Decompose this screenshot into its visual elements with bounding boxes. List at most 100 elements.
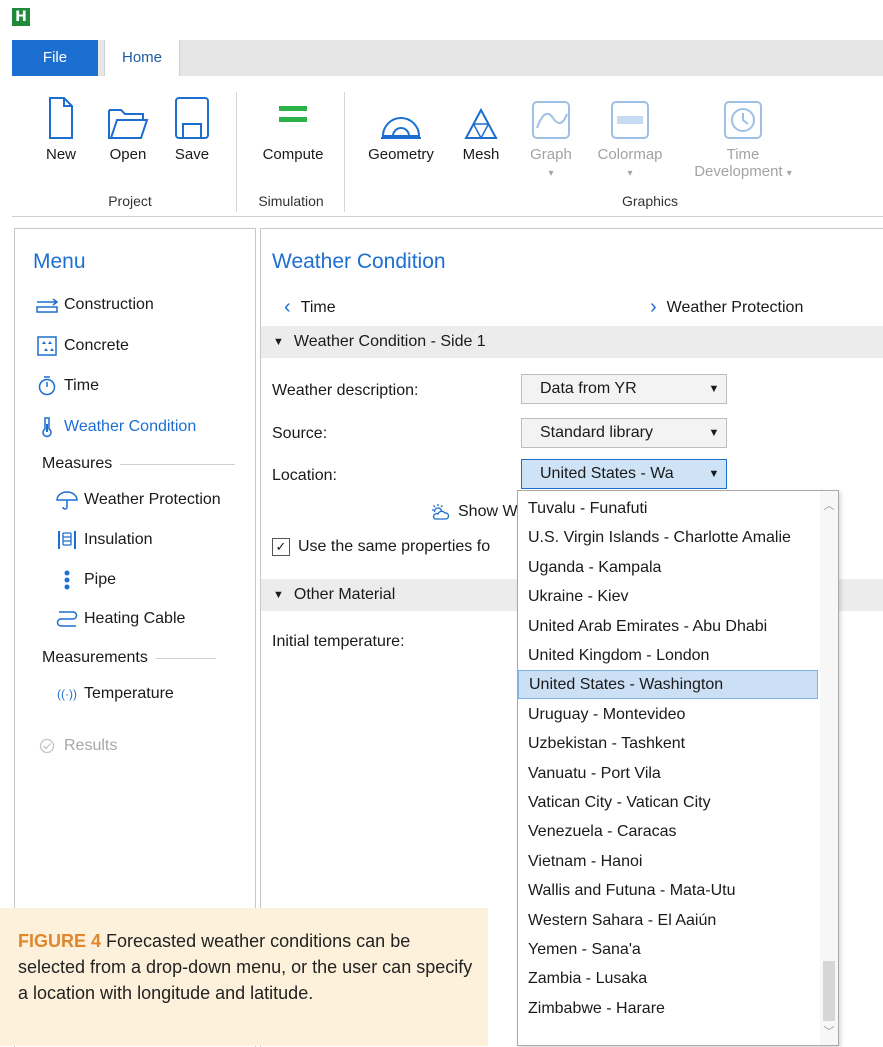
open-button[interactable]: Open — [100, 88, 156, 198]
menu-item-label: Time — [64, 377, 99, 394]
insulation-icon — [56, 530, 78, 550]
save-disk-icon — [168, 88, 216, 140]
tab-file[interactable]: File — [12, 40, 98, 76]
mesh-button-label: Mesh — [462, 146, 500, 163]
dropdown-option[interactable]: U.S. Virgin Islands - Charlotte Amalie — [518, 523, 818, 552]
ribbon-tabbar: File Home — [12, 40, 883, 76]
dropdown-option[interactable]: Uzbekistan - Tashkent — [518, 729, 818, 758]
menu-item-temperature[interactable]: ((·)) Temperature — [56, 685, 174, 703]
divider — [155, 657, 216, 659]
time-development-button-label: Time Development ▾ — [694, 146, 792, 180]
menu-item-results[interactable]: Results — [36, 737, 117, 755]
dropdown-option[interactable]: United States - Washington — [518, 670, 818, 700]
menu-item-concrete[interactable]: Concrete — [36, 336, 129, 356]
section-weather-condition-side-1[interactable]: ▼ Weather Condition - Side 1 — [261, 326, 883, 358]
initial-temperature-label: Initial temperature: — [272, 633, 405, 650]
menu-section-label: Measurements — [42, 649, 148, 666]
dropdown-option[interactable]: Vatican City - Vatican City — [518, 788, 818, 817]
new-button-label: New — [45, 146, 76, 163]
ruler-icon — [36, 297, 58, 313]
mesh-triangle-icon — [452, 88, 510, 140]
nav-next-weather-protection[interactable]: › Weather Protection — [650, 296, 803, 319]
check-circle-icon — [36, 738, 58, 754]
graph-line-icon — [520, 88, 582, 140]
dropdown-option[interactable]: United Kingdom - London — [518, 641, 818, 670]
select-value: Data from YR — [540, 380, 637, 397]
dropdown-option[interactable]: Zambia - Lusaka — [518, 964, 818, 993]
menu-item-label: Results — [64, 737, 118, 754]
chevron-down-icon: ▾ — [548, 168, 554, 179]
source-select[interactable]: Standard library ▼ — [521, 418, 727, 448]
nav-previous-label: Time — [300, 298, 336, 316]
dropdown-option[interactable]: Tuvalu - Funafuti — [518, 494, 818, 523]
time-development-button[interactable]: Time Development ▾ — [680, 88, 806, 198]
dropdown-option[interactable]: Western Sahara - El Aaiún — [518, 906, 818, 935]
dropdown-scrollbar[interactable]: ︿ ﹀ — [820, 491, 838, 1045]
colormap-button[interactable]: Colormap ▾ — [585, 88, 675, 198]
save-button-label: Save — [174, 146, 210, 163]
divider — [120, 463, 236, 465]
menu-item-construction[interactable]: Construction — [36, 296, 154, 314]
dropdown-option[interactable]: United Arab Emirates - Abu Dhabi — [518, 612, 818, 641]
concrete-icon — [36, 336, 58, 356]
thermometer-icon — [36, 416, 58, 438]
menu-section-measurements: Measurements — [42, 649, 216, 667]
same-properties-checkbox-row[interactable]: ✓ Use the same properties fo — [272, 538, 490, 556]
show-weather-label: Show W — [458, 503, 518, 520]
menu-title: Menu — [33, 250, 86, 273]
menu-item-insulation[interactable]: Insulation — [56, 530, 153, 550]
tab-home[interactable]: Home — [104, 40, 180, 76]
menu-item-weather-protection[interactable]: Weather Protection — [56, 490, 221, 510]
heating-cable-icon — [56, 610, 78, 628]
collapse-triangle-icon: ▼ — [273, 336, 284, 348]
chevron-down-icon: ▾ — [786, 168, 792, 179]
weather-description-label: Weather description: — [272, 382, 419, 399]
scroll-up-icon[interactable]: ︿ — [820, 497, 838, 513]
menu-item-label: Weather Protection — [84, 491, 221, 508]
figure-label: FIGURE 4 — [18, 931, 102, 951]
checkbox-checked[interactable]: ✓ — [272, 538, 290, 556]
menu-item-label: Pipe — [84, 571, 117, 588]
dropdown-option[interactable]: Uganda - Kampala — [518, 553, 818, 582]
app-logo: H — [12, 8, 30, 26]
select-value: United States - Wa — [540, 465, 674, 482]
group-label-graphics: Graphics — [621, 193, 679, 209]
chevron-left-icon: ‹ — [284, 296, 291, 318]
nav-next-label: Weather Protection — [666, 298, 804, 316]
dropdown-option[interactable]: Wallis and Futuna - Mata-Utu — [518, 876, 818, 905]
dropdown-option[interactable]: Yemen - Sana'a — [518, 935, 818, 964]
show-weather-button[interactable]: Show W — [430, 503, 518, 521]
graph-button-label: Graph ▾ — [530, 146, 572, 179]
section-title: Weather Condition - Side 1 — [293, 333, 486, 350]
geometry-button[interactable]: Geometry — [358, 88, 444, 198]
new-button[interactable]: New — [38, 88, 84, 198]
group-label-simulation: Simulation — [258, 193, 324, 209]
mesh-button[interactable]: Mesh — [452, 88, 510, 198]
menu-item-heating-cable[interactable]: Heating Cable — [56, 610, 185, 628]
dropdown-option[interactable]: Vietnam - Hanoi — [518, 847, 818, 876]
location-dropdown-list[interactable]: Tuvalu - Funafuti U.S. Virgin Islands - C… — [517, 490, 839, 1046]
compute-button-label: Compute — [262, 146, 324, 163]
location-label: Location: — [272, 467, 337, 484]
dropdown-arrow-icon: ▼ — [708, 427, 720, 439]
dropdown-option[interactable]: Venezuela - Caracas — [518, 817, 818, 846]
save-button[interactable]: Save — [168, 88, 216, 198]
menu-item-pipe[interactable]: Pipe — [56, 570, 116, 590]
menu-item-label: Weather Condition — [64, 418, 197, 435]
source-label: Source: — [272, 425, 328, 442]
menu-item-label: Heating Cable — [84, 610, 186, 627]
dropdown-option[interactable]: Ukraine - Kiev — [518, 582, 818, 611]
dropdown-option[interactable]: Uruguay - Montevideo — [518, 700, 818, 729]
location-select[interactable]: United States - Wa ▼ — [521, 459, 727, 489]
graph-button[interactable]: Graph ▾ — [520, 88, 582, 198]
compute-button[interactable]: Compute — [252, 88, 334, 198]
dropdown-option[interactable]: Vanuatu - Port Vila — [518, 759, 818, 788]
weather-description-select[interactable]: Data from YR ▼ — [521, 374, 727, 404]
nav-previous-time[interactable]: ‹ Time — [284, 296, 336, 319]
scroll-down-icon[interactable]: ﹀ — [820, 1023, 838, 1039]
scrollbar-thumb[interactable] — [823, 961, 835, 1021]
menu-item-time[interactable]: Time — [36, 376, 99, 396]
colormap-bar-icon — [585, 88, 675, 140]
dropdown-option[interactable]: Zimbabwe - Harare — [518, 994, 818, 1023]
menu-item-weather-condition[interactable]: Weather Condition — [36, 416, 196, 438]
